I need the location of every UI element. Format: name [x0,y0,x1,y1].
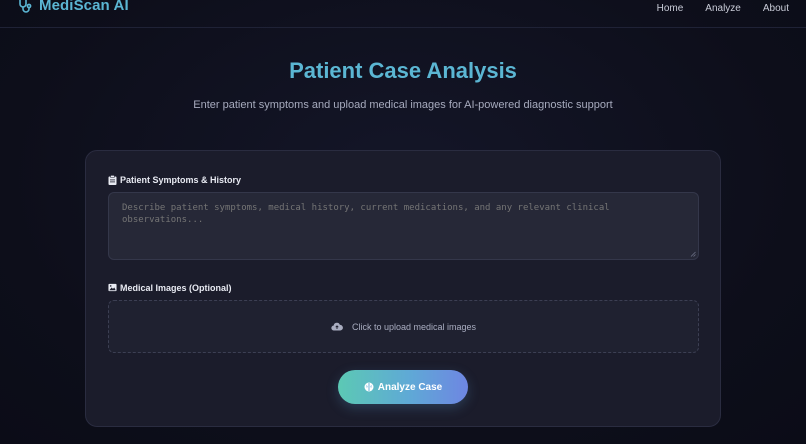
images-label-text: Medical Images (Optional) [120,283,232,293]
analyze-case-button[interactable]: Analyze Case [338,370,468,404]
symptoms-label-text: Patient Symptoms & History [120,175,242,185]
clipboard-icon [108,175,117,185]
main-nav: Home Analyze About [657,3,789,14]
symptoms-label: Patient Symptoms & History [108,175,241,185]
nav-analyze[interactable]: Analyze [705,3,741,14]
brand-name: MediScan AI [39,0,129,14]
image-icon [108,283,117,293]
image-upload-dropzone[interactable]: Click to upload medical images [108,300,699,353]
brain-icon [364,382,374,392]
analysis-form-card: Patient Symptoms & History Medical Image… [85,150,721,427]
upload-text: Click to upload medical images [351,321,477,332]
nav-home[interactable]: Home [657,3,684,14]
stethoscope-icon [17,0,33,14]
images-label: Medical Images (Optional) [108,283,232,293]
resize-grip-icon[interactable] [690,251,696,257]
brand[interactable]: MediScan AI [17,0,129,14]
page-title: Patient Case Analysis [289,58,517,83]
cloud-upload-icon [331,322,343,331]
symptoms-textarea[interactable] [108,192,699,260]
top-navbar: MediScan AI Home Analyze About [0,0,806,28]
page-subtitle: Enter patient symptoms and upload medica… [193,99,613,111]
page: MediScan AI Home Analyze About Patient C… [0,0,806,444]
nav-about[interactable]: About [763,3,789,14]
analyze-button-label: Analyze Case [377,381,443,393]
